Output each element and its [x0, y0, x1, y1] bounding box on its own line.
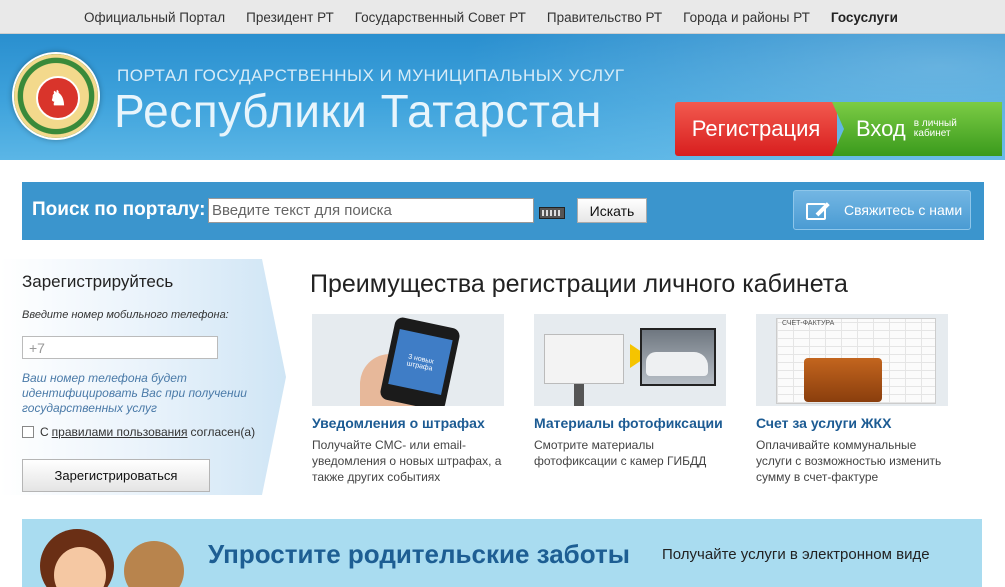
invoice-label: СЧЕТ-ФАКТУРА — [782, 320, 835, 327]
search-input[interactable] — [208, 198, 534, 223]
benefit-card-fines: 3 новых штрафа Уведомления о штрафах Пол… — [312, 314, 504, 485]
contact-us-button[interactable]: Свяжитесь с нами — [793, 190, 971, 230]
search-button[interactable]: Искать — [577, 198, 647, 223]
benefit-title-fines[interactable]: Уведомления о штрафах — [312, 414, 504, 433]
header-subtitle: ПОРТАЛ ГОСУДАРСТВЕННЫХ И МУНИЦИПАЛЬНЫХ У… — [117, 66, 625, 85]
nav-state-council[interactable]: Государственный Совет РТ — [355, 10, 526, 25]
benefit-card-utilities: СЧЕТ-ФАКТУРА Счет за услуги ЖКХ Оплачива… — [756, 314, 948, 485]
search-bar: Поиск по порталу: Искать Свяжитесь с нам… — [22, 182, 984, 240]
search-label: Поиск по порталу: — [32, 199, 206, 220]
invoice-image[interactable]: СЧЕТ-ФАКТУРА — [756, 314, 948, 406]
emblem-center-icon: ♞ — [36, 76, 80, 120]
benefits-title: Преимущества регистрации личного кабинет… — [310, 270, 848, 298]
phone-screen-text: 3 новых штрафа — [388, 329, 453, 396]
site-header: ♞ ПОРТАЛ ГОСУДАРСТВЕННЫХ И МУНИЦИПАЛЬНЫХ… — [0, 34, 1005, 160]
register-button[interactable]: Регистрация — [675, 102, 837, 156]
top-navigation: Официальный Портал Президент РТ Государс… — [0, 0, 1005, 34]
benefit-desc-photo: Смотрите материалы фотофиксации с камер … — [534, 438, 707, 468]
girl-illustration — [40, 529, 126, 587]
keyboard-icon[interactable] — [539, 207, 565, 219]
banner-subtitle: Получайте услуги в электронном виде — [662, 546, 930, 563]
terms-checkbox[interactable] — [22, 426, 34, 438]
nav-president[interactable]: Президент РТ — [246, 10, 334, 25]
tatarstan-emblem-icon[interactable]: ♞ — [12, 52, 100, 140]
benefit-card-photo: Материалы фотофиксации Смотрите материал… — [534, 314, 726, 469]
login-button[interactable]: Вход в личный кабинет — [832, 102, 1002, 156]
nav-cities-districts[interactable]: Города и районы РТ — [683, 10, 810, 25]
contact-us-label: Свяжитесь с нами — [844, 202, 963, 218]
phone-input[interactable] — [22, 336, 218, 359]
banner-title: Упростите родительские заботы — [208, 539, 630, 569]
nav-government[interactable]: Правительство РТ — [547, 10, 662, 25]
header-title: Республики Татарстан — [114, 85, 602, 137]
nav-gosuslugi[interactable]: Госуслуги — [831, 10, 898, 25]
benefit-title-utilities[interactable]: Счет за услуги ЖКХ — [756, 414, 948, 433]
camera-icon — [544, 334, 624, 384]
wallet-icon — [804, 358, 882, 402]
terms-prefix: С — [40, 425, 49, 439]
car-icon — [646, 352, 708, 376]
login-label: Вход — [856, 116, 906, 141]
smartphone-icon: 3 новых штрафа — [378, 316, 462, 406]
phone-field-label: Введите номер мобильного телефона: — [22, 309, 229, 321]
benefit-title-photo[interactable]: Материалы фотофиксации — [534, 414, 726, 433]
camera-pole — [574, 384, 584, 406]
phone-notification-image[interactable]: 3 новых штрафа — [312, 314, 504, 406]
traffic-camera-image[interactable] — [534, 314, 726, 406]
benefit-desc-fines: Получайте СМС- или email-уведомления о н… — [312, 438, 502, 484]
registration-title: Зарегистрируйтесь — [22, 272, 174, 291]
register-submit-button[interactable]: Зарегистрироваться — [22, 459, 210, 492]
parents-banner[interactable]: Упростите родительские заботы Получайте … — [22, 519, 982, 587]
login-sublabel: в личный кабинет — [913, 118, 957, 139]
pencil-edit-icon — [806, 199, 832, 221]
terms-link[interactable]: правилами пользования — [52, 425, 188, 439]
dog-illustration — [124, 541, 184, 587]
nav-official-portal[interactable]: Официальный Портал — [84, 10, 225, 25]
terms-suffix: согласен(а) — [190, 425, 256, 439]
registration-panel: Зарегистрируйтесь Введите номер мобильно… — [0, 259, 286, 495]
terms-agreement: С правилами пользования согласен(а) — [22, 425, 255, 439]
phone-note: Ваш номер телефона будет идентифицироват… — [22, 371, 247, 415]
benefit-desc-utilities: Оплачивайте коммунальные услуги с возмож… — [756, 438, 942, 484]
